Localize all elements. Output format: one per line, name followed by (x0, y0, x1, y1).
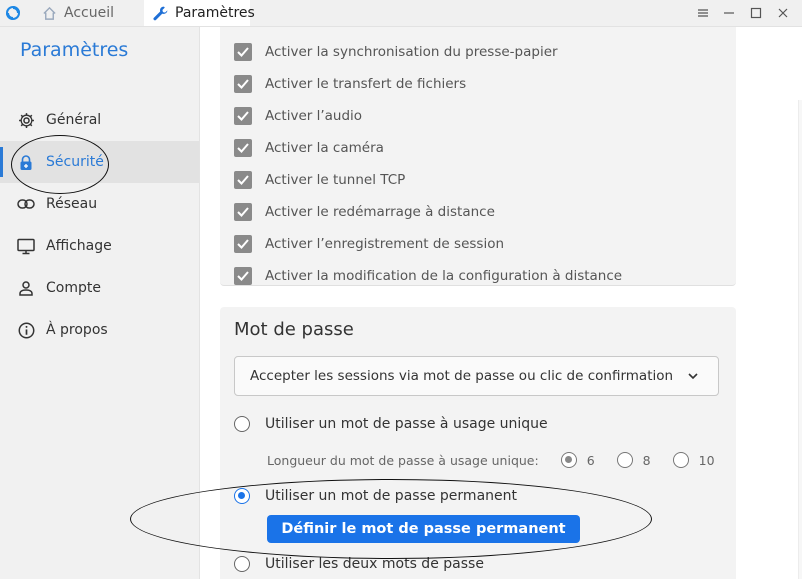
permissions-card: Activer la synchronisation du presse-pap… (220, 27, 736, 286)
length-value: 8 (642, 452, 651, 468)
window-edge (798, 100, 802, 579)
radio-button[interactable] (560, 452, 577, 468)
checkbox-checked-icon[interactable] (234, 75, 252, 93)
one-time-length-row: Longueur du mot de passe à usage unique:… (267, 449, 715, 471)
radio-button[interactable] (234, 416, 250, 432)
checkbox-checked-icon[interactable] (234, 267, 252, 285)
option-both-passwords[interactable]: Utiliser les deux mots de passe (234, 553, 484, 575)
permission-file-transfer[interactable]: Activer le transfert de fichiers (234, 73, 466, 95)
option-permanent-password[interactable]: Utiliser un mot de passe permanent (234, 485, 517, 507)
maximize-icon[interactable] (743, 0, 769, 26)
checkbox-checked-icon[interactable] (234, 107, 252, 125)
checkbox-checked-icon[interactable] (234, 235, 252, 253)
option-label: Utiliser un mot de passe à usage unique (265, 416, 548, 432)
sidebar: Paramètres Général Sécurité Réseau Affic… (0, 27, 200, 579)
settings-content: Activer la synchronisation du presse-pap… (200, 27, 800, 579)
permission-label: Activer la synchronisation du presse-pap… (265, 44, 558, 60)
radio-button[interactable] (616, 452, 633, 468)
radio-button[interactable] (234, 556, 250, 572)
permission-label: Activer la caméra (265, 140, 384, 156)
gear-icon (17, 111, 35, 129)
password-card: Mot de passe Accepter les sessions via m… (220, 307, 736, 579)
link-icon (17, 195, 35, 213)
lock-icon (17, 153, 35, 171)
permission-label: Activer la modification de la configurat… (265, 268, 623, 284)
tab-home[interactable]: Accueil (40, 0, 114, 26)
password-section-title: Mot de passe (234, 319, 354, 340)
permission-label: Activer le transfert de fichiers (265, 76, 467, 92)
info-icon (17, 321, 35, 339)
tab-settings-label: Paramètres (175, 5, 255, 21)
minimize-icon[interactable] (716, 0, 742, 26)
permission-label: Activer le redémarrage à distance (265, 204, 495, 220)
user-icon (17, 279, 35, 297)
checkbox-checked-icon[interactable] (234, 203, 252, 221)
permission-remote-config[interactable]: Activer la modification de la configurat… (234, 265, 622, 287)
sidebar-item-label: À propos (46, 322, 108, 338)
permission-label: Activer le tunnel TCP (265, 172, 406, 188)
length-value: 10 (698, 452, 715, 468)
sidebar-item-about[interactable]: À propos (0, 309, 199, 351)
length-label: Longueur du mot de passe à usage unique: (267, 452, 539, 468)
sidebar-item-security[interactable]: Sécurité (0, 141, 199, 183)
menu-icon[interactable] (690, 0, 716, 26)
tab-settings[interactable]: Paramètres (144, 0, 255, 26)
tab-home-label: Accueil (64, 5, 114, 21)
length-option-6[interactable]: 6 (560, 452, 595, 468)
radio-button-selected[interactable] (234, 488, 250, 504)
option-one-time-password[interactable]: Utiliser un mot de passe à usage unique (234, 413, 548, 435)
length-option-10[interactable]: 10 (672, 452, 715, 468)
length-value: 6 (586, 452, 595, 468)
app-logo-icon (6, 6, 20, 20)
permission-session-recording[interactable]: Activer l’enregistrement de session (234, 233, 504, 255)
radio-button[interactable] (672, 452, 689, 468)
set-permanent-password-button[interactable]: Définir le mot de passe permanent (267, 515, 580, 543)
permission-remote-restart[interactable]: Activer le redémarrage à distance (234, 201, 495, 223)
length-option-8[interactable]: 8 (616, 452, 651, 468)
permission-camera[interactable]: Activer la caméra (234, 137, 384, 159)
sidebar-item-general[interactable]: Général (0, 99, 199, 141)
monitor-icon (17, 237, 35, 255)
close-icon[interactable] (770, 0, 796, 26)
approve-mode-select[interactable]: Accepter les sessions via mot de passe o… (234, 356, 719, 396)
sidebar-item-label: Compte (46, 280, 101, 296)
permission-label: Activer l’enregistrement de session (265, 236, 505, 252)
checkbox-checked-icon[interactable] (234, 139, 252, 157)
sidebar-item-label: Réseau (46, 196, 98, 212)
sidebar-item-label: Général (46, 112, 102, 128)
permission-label: Activer l’audio (265, 108, 363, 124)
checkbox-checked-icon[interactable] (234, 43, 252, 61)
sidebar-item-account[interactable]: Compte (0, 267, 199, 309)
option-label: Utiliser les deux mots de passe (265, 556, 484, 572)
option-label: Utiliser un mot de passe permanent (265, 488, 517, 504)
title-bar: Accueil Paramètres (0, 0, 802, 27)
sidebar-title: Paramètres (20, 39, 129, 61)
sidebar-item-display[interactable]: Affichage (0, 225, 199, 267)
permission-tcp-tunnel[interactable]: Activer le tunnel TCP (234, 169, 405, 191)
sidebar-item-label: Affichage (46, 238, 112, 254)
sidebar-item-label: Sécurité (46, 154, 104, 170)
chevron-down-icon (688, 373, 698, 380)
sidebar-item-network[interactable]: Réseau (0, 183, 199, 225)
permission-audio[interactable]: Activer l’audio (234, 105, 362, 127)
approve-mode-value: Accepter les sessions via mot de passe o… (250, 368, 674, 384)
wrench-icon (152, 4, 169, 22)
home-icon (40, 4, 58, 22)
permission-clipboard[interactable]: Activer la synchronisation du presse-pap… (234, 41, 558, 63)
checkbox-checked-icon[interactable] (234, 171, 252, 189)
